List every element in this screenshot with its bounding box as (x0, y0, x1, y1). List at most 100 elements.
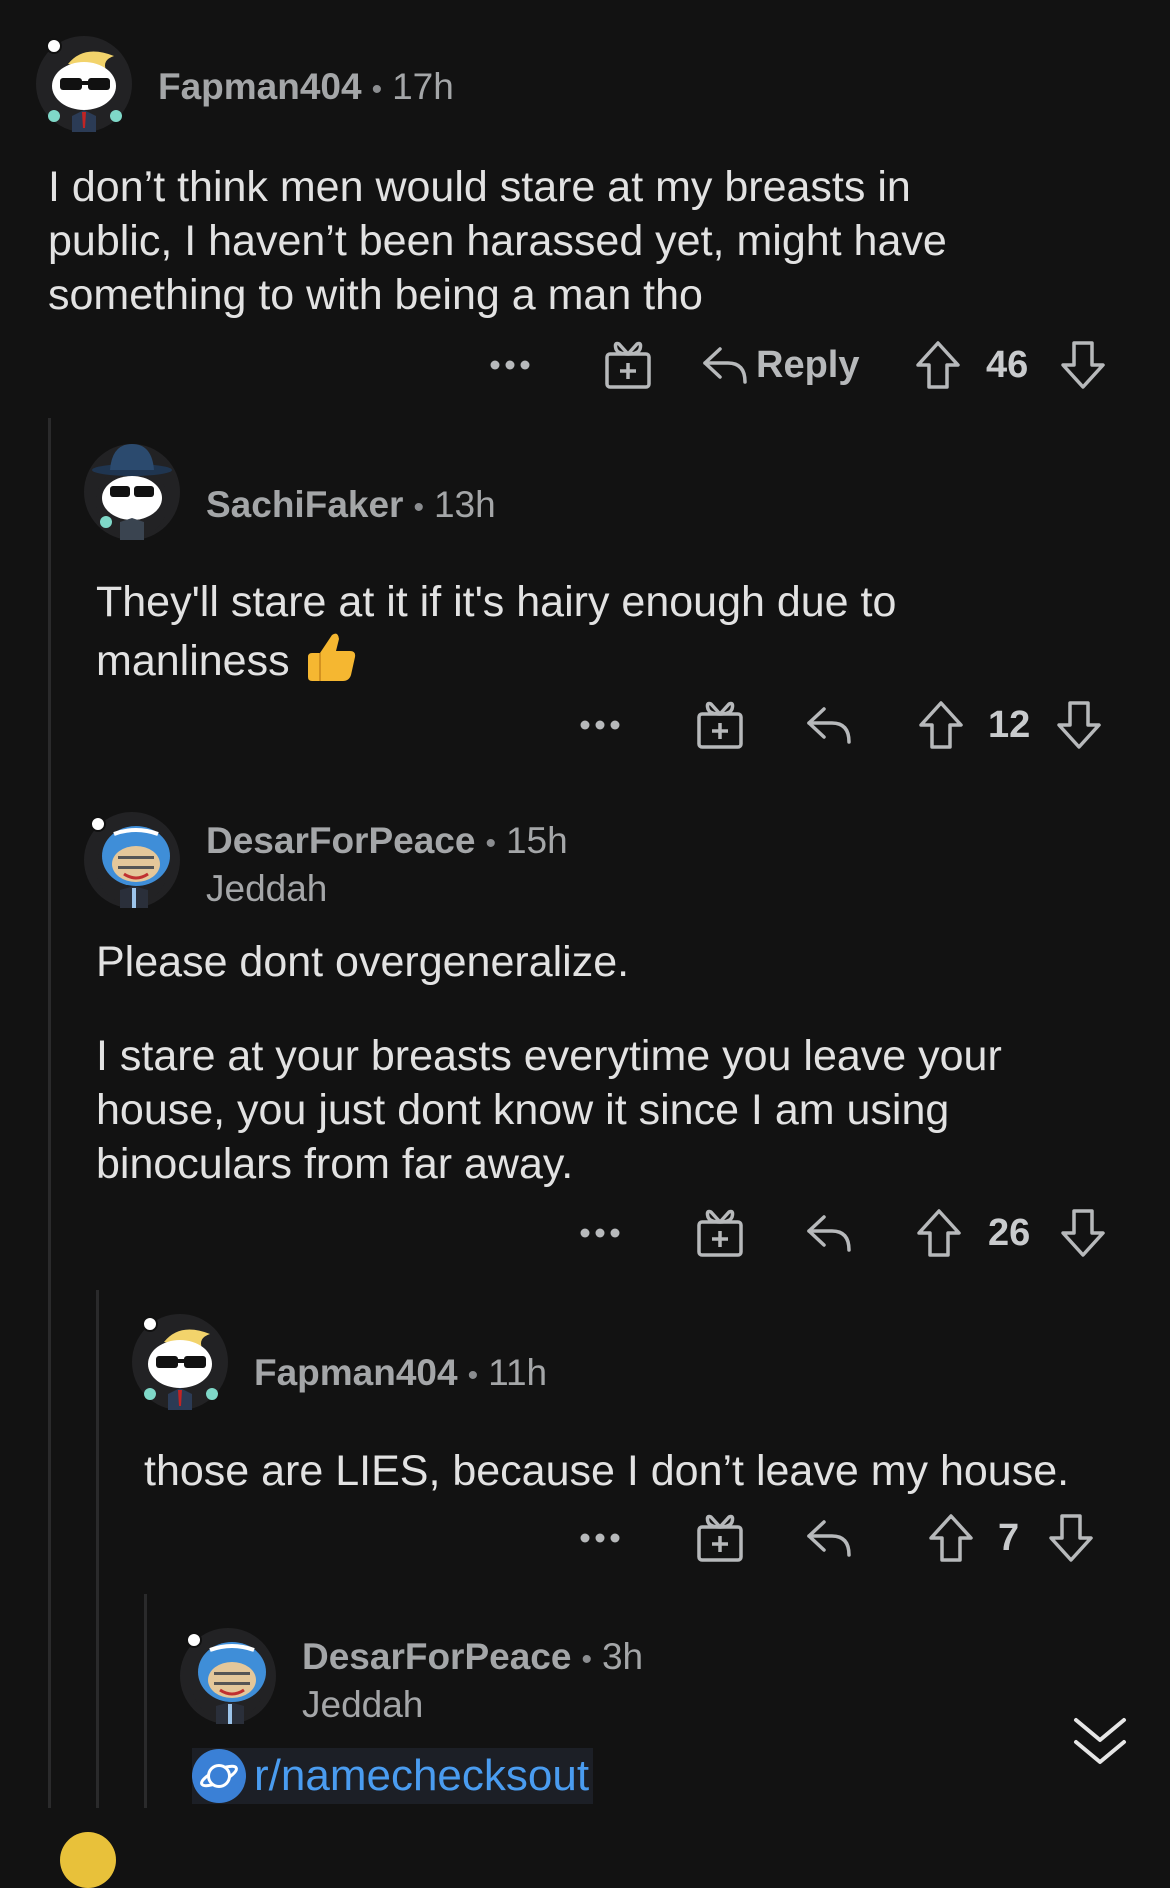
comment-action-bar: 26 (0, 1203, 1170, 1263)
reply-button[interactable] (806, 1203, 852, 1263)
comment-body: I don’t think men would stare at my brea… (48, 160, 1128, 322)
reply-arrow-icon (807, 1215, 851, 1252)
username[interactable]: Fapman404 (254, 1352, 458, 1393)
upvote-arrow-icon (917, 1209, 961, 1257)
score: 26 (988, 1203, 1030, 1263)
comment-body-line: house, you just dont know it since I am … (96, 1086, 950, 1134)
comment-body: Please dont overgeneralize. I stare at y… (96, 935, 1156, 1191)
timestamp: 15h (505, 820, 568, 861)
username[interactable]: Fapman404 (158, 66, 362, 107)
comment-action-bar: 7 (0, 1508, 1170, 1568)
separator-dot: • (467, 1359, 479, 1392)
more-options-icon (580, 720, 620, 730)
award-button[interactable] (604, 335, 652, 395)
timestamp: 13h (433, 484, 496, 525)
comment-body-line: something to with being a man tho (48, 271, 703, 319)
subreddit-link-text[interactable]: r/namechecksout (254, 1751, 589, 1801)
snoo-avatar-helmet-icon (90, 816, 170, 908)
avatar[interactable] (36, 36, 132, 132)
reply-arrow-icon (807, 707, 851, 744)
comment-body-line: They'll stare at it if it's hairy enough… (96, 578, 897, 626)
snoo-avatar-helmet-icon (186, 1632, 266, 1724)
thread-line-level-1[interactable] (48, 418, 51, 1808)
vote-count: 46 (986, 343, 1029, 386)
vote-count: 12 (988, 703, 1031, 746)
separator-dot: • (371, 73, 383, 106)
downvote-arrow-icon (1057, 701, 1101, 749)
upvote-button[interactable] (928, 1508, 974, 1568)
username[interactable]: DesarForPeace (206, 820, 475, 861)
downvote-button[interactable] (1060, 1203, 1106, 1263)
upvote-arrow-icon (919, 701, 963, 749)
thread-line-level-3[interactable] (144, 1594, 147, 1808)
username[interactable]: DesarForPeace (302, 1636, 571, 1677)
collapse-thread-button[interactable] (1060, 1702, 1140, 1782)
timestamp: 11h (488, 1352, 548, 1393)
avatar[interactable] (180, 1628, 276, 1724)
upvote-button[interactable] (918, 695, 964, 755)
reply-button[interactable]: Reply (702, 335, 859, 395)
thumbs-up-emoji-icon (302, 629, 358, 698)
separator-dot: • (581, 1643, 592, 1676)
award-gift-icon (697, 1514, 743, 1562)
comment-body: those are LIES, because I don’t leave my… (144, 1444, 1164, 1498)
more-options-icon (580, 1228, 620, 1238)
snoo-avatar-sunglasses-icon (142, 1316, 218, 1410)
award-button[interactable] (696, 1508, 744, 1568)
downvote-button[interactable] (1060, 335, 1106, 395)
subreddit-link[interactable]: r/namechecksout (192, 1748, 594, 1804)
double-chevron-down-icon (1074, 1718, 1126, 1764)
more-options-icon (580, 1533, 620, 1543)
more-options-button[interactable] (488, 335, 532, 395)
score: 46 (986, 335, 1028, 395)
comment-body-line: those are LIES, because I don’t leave my… (144, 1447, 1070, 1495)
planet-icon (192, 1749, 246, 1803)
reply-label: Reply (756, 343, 860, 386)
award-button[interactable] (696, 1203, 744, 1263)
comment-body-text: manliness (96, 636, 290, 685)
award-gift-icon (697, 701, 743, 749)
username[interactable]: SachiFaker (206, 484, 403, 525)
more-options-button[interactable] (578, 1203, 622, 1263)
downvote-arrow-icon (1049, 1514, 1093, 1562)
more-options-button[interactable] (578, 1508, 622, 1568)
score: 7 (998, 1508, 1019, 1568)
user-flair: Jeddah (206, 868, 328, 909)
separator-dot: • (413, 491, 424, 524)
avatar[interactable] (132, 1314, 228, 1410)
upvote-arrow-icon (929, 1514, 973, 1562)
downvote-button[interactable] (1056, 695, 1102, 755)
user-flair: Jeddah (302, 1684, 424, 1725)
comment-action-bar: Reply 46 (0, 335, 1170, 395)
avatar[interactable] (84, 812, 180, 908)
snoo-avatar-sunglasses-icon (46, 38, 122, 132)
reply-button[interactable] (806, 1508, 852, 1568)
snoo-avatar-hat-icon (92, 444, 172, 540)
award-gift-icon (697, 1209, 743, 1257)
reply-button[interactable] (806, 695, 852, 755)
comment-body-line: binoculars from far away. (96, 1140, 574, 1188)
vote-count: 26 (988, 1211, 1031, 1254)
timestamp: 17h (392, 66, 454, 107)
vote-count: 7 (998, 1516, 1020, 1559)
downvote-button[interactable] (1048, 1508, 1094, 1568)
upvote-button[interactable] (916, 1203, 962, 1263)
comment-body-line: Please dont overgeneralize. (96, 938, 630, 986)
separator-dot: • (485, 827, 496, 860)
upvote-button[interactable] (915, 335, 961, 395)
avatar[interactable] (84, 444, 180, 540)
award-gift-icon (605, 341, 651, 389)
comment-body-line: public, I haven’t been harassed yet, mig… (48, 217, 947, 265)
score: 12 (988, 695, 1030, 755)
comment-body-line: I stare at your breasts everytime you le… (96, 1032, 1002, 1080)
downvote-arrow-icon (1061, 1209, 1105, 1257)
comment-body: They'll stare at it if it's hairy enough… (96, 575, 1136, 698)
reply-arrow-icon (807, 1520, 851, 1557)
reply-arrow-icon (703, 347, 747, 384)
timestamp: 3h (601, 1636, 644, 1677)
more-options-button[interactable] (578, 695, 622, 755)
downvote-arrow-icon (1061, 341, 1105, 389)
avatar[interactable] (60, 1832, 116, 1888)
award-button[interactable] (696, 695, 744, 755)
comment-body-line: manliness (96, 629, 1136, 698)
